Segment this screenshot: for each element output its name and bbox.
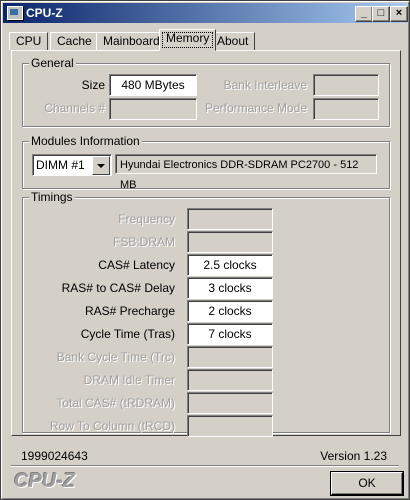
timing-label-ras-to-cas: RAS# to CAS# Delay	[61, 281, 175, 295]
bank-interleave-label: Bank Interleave	[223, 78, 307, 92]
timing-label-cycle-time: Cycle Time (Tras)	[80, 327, 175, 341]
timing-value-cas-latency: 2.5 clocks	[187, 254, 273, 276]
size-label: Size	[81, 78, 105, 92]
modules-group: Modules Information DIMM #1 Hyundai Elec…	[22, 134, 390, 191]
timing-label-dram-idle: DRAM Idle Timer	[83, 373, 175, 387]
tab-about[interactable]: About	[210, 32, 256, 50]
timing-label-cas-latency: CAS# Latency	[98, 258, 175, 272]
maximize-button[interactable]: □	[372, 6, 390, 22]
memory-panel: General Size 480 MBytes Channels # Bank …	[11, 50, 401, 437]
dimm-select[interactable]: DIMM #1	[32, 154, 112, 176]
version-label: Version 1.23	[320, 449, 387, 463]
channels-label: Channels #	[44, 101, 105, 115]
performance-mode-value	[313, 98, 379, 120]
module-description: Hyundai Electronics DDR-SDRAM PC2700 - 5…	[115, 154, 377, 191]
timing-label-row-to-column: Row To Column (tRCD)	[49, 419, 175, 433]
timing-value-bank-cycle	[187, 346, 273, 368]
timing-value-ras-to-cas: 3 clocks	[187, 277, 273, 299]
timing-label-ras-precharge: RAS# Precharge	[84, 304, 175, 318]
timing-label-bank-cycle: Bank Cycle Time (Trc)	[56, 350, 175, 364]
cpuz-logo: CPU-Z	[14, 470, 76, 492]
timings-group: Timings Frequency FSB:DRAM CAS# Latency …	[22, 190, 390, 437]
timing-label-total-cas: Total CAS# (tRDRAM)	[56, 396, 175, 410]
close-button[interactable]: ×	[390, 6, 408, 22]
minimize-button[interactable]: _	[355, 6, 373, 22]
tab-mainboard[interactable]: Mainboard	[96, 32, 167, 50]
timing-value-dram-idle	[187, 369, 273, 391]
app-icon[interactable]	[7, 6, 23, 20]
modules-title: Modules Information	[29, 134, 142, 148]
timing-value-total-cas	[187, 392, 273, 414]
timing-value-cycle-time: 7 clocks	[187, 323, 273, 345]
bank-interleave-value	[313, 74, 379, 96]
timing-value-ras-precharge: 2 clocks	[187, 300, 273, 322]
dimm-select-value: DIMM #1	[36, 158, 85, 172]
size-value: 480 MBytes	[109, 74, 197, 96]
general-group: General Size 480 MBytes Channels # Bank …	[22, 56, 390, 127]
chevron-down-icon[interactable]	[92, 156, 110, 175]
window-title: CPU-Z	[26, 6, 63, 20]
title-bar[interactable]: CPU-Z _ □ ×	[3, 3, 408, 23]
footer-id: 1999024643	[21, 449, 88, 463]
timing-label-frequency: Frequency	[118, 212, 175, 226]
footer-divider	[11, 465, 399, 467]
cpuz-window: CPU-Z _ □ × CPU Cache Mainboard Memory A…	[0, 0, 410, 500]
timing-value-frequency	[187, 208, 273, 230]
channels-value	[109, 98, 197, 120]
timing-value-row-to-column	[187, 415, 273, 437]
timing-label-fsb-dram: FSB:DRAM	[112, 235, 175, 249]
general-title: General	[29, 56, 76, 70]
tab-cpu[interactable]: CPU	[9, 32, 49, 50]
timings-title: Timings	[29, 190, 75, 204]
tab-memory[interactable]: Memory	[159, 29, 217, 51]
performance-mode-label: Performance Mode	[204, 101, 307, 115]
ok-button[interactable]: OK	[331, 472, 403, 495]
tab-cache[interactable]: Cache	[50, 32, 99, 50]
timing-value-fsb-dram	[187, 231, 273, 253]
